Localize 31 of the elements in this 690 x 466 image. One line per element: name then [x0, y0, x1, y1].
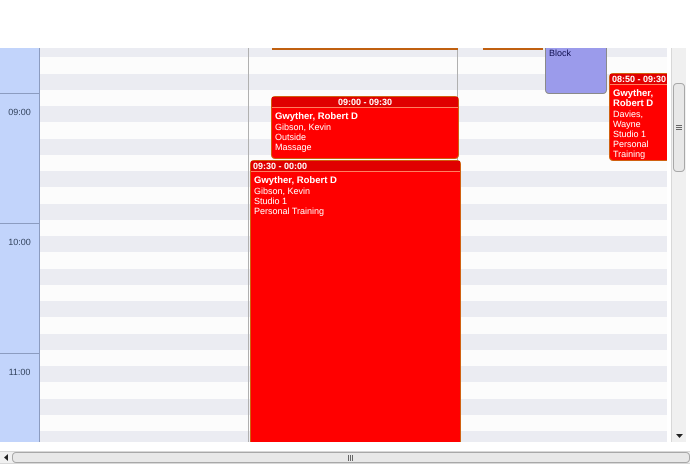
event-detail: Davies, Wayne: [613, 109, 644, 129]
client-name: Gwyther, Robert D: [254, 176, 338, 186]
scrollbar-thumb[interactable]: [673, 83, 685, 172]
event-detail: Studio 1: [613, 129, 648, 139]
hour-label: 09:00: [8, 106, 31, 118]
left-arrow-icon: [4, 454, 8, 461]
hour-label: 10:00: [8, 236, 31, 248]
horizontal-scrollbar[interactable]: [0, 451, 690, 464]
block-event[interactable]: Block: [545, 48, 607, 94]
event-detail: Massage: [275, 142, 313, 152]
event-time: 09:30 - 00:00: [251, 161, 460, 172]
event-time: 08:50 - 09:30: [610, 74, 667, 85]
client-name: Gwyther, Robert D: [275, 112, 359, 122]
grip-icon: [348, 454, 354, 460]
hour-label: 11:00: [8, 366, 30, 378]
appointment-event[interactable]: 08:50 - 09:30 Gwyther, Robert D Davies, Wayne Studio 1 Personal Training: [609, 73, 667, 161]
event-detail: Gibson, Kevin: [254, 186, 312, 196]
grip-icon: [676, 125, 682, 130]
event-text: Block: [549, 48, 572, 59]
appointment-event[interactable]: 09:30 - 00:00 Gwyther, Robert D Gibson, Kevin Studio 1 Personal Training: [250, 160, 461, 442]
appointment-event[interactable]: 09:00 - 09:30 Gwyther, Robert D Gibson, Kevin Outside Massage: [271, 96, 459, 159]
scrollbar-thumb[interactable]: [12, 452, 690, 463]
event-detail: Personal Training: [613, 139, 650, 159]
client-name: Gwyther, Robert D: [613, 89, 654, 109]
event-detail: Gibson, Kevin: [275, 122, 332, 132]
vertical-scrollbar[interactable]: [671, 48, 686, 442]
event-time: 09:00 - 09:30: [272, 97, 458, 108]
event-detail: Outside: [275, 132, 308, 142]
event-detail: Personal Training: [254, 206, 326, 216]
down-arrow-icon: [676, 434, 682, 438]
event-detail: Studio 1: [254, 196, 288, 206]
